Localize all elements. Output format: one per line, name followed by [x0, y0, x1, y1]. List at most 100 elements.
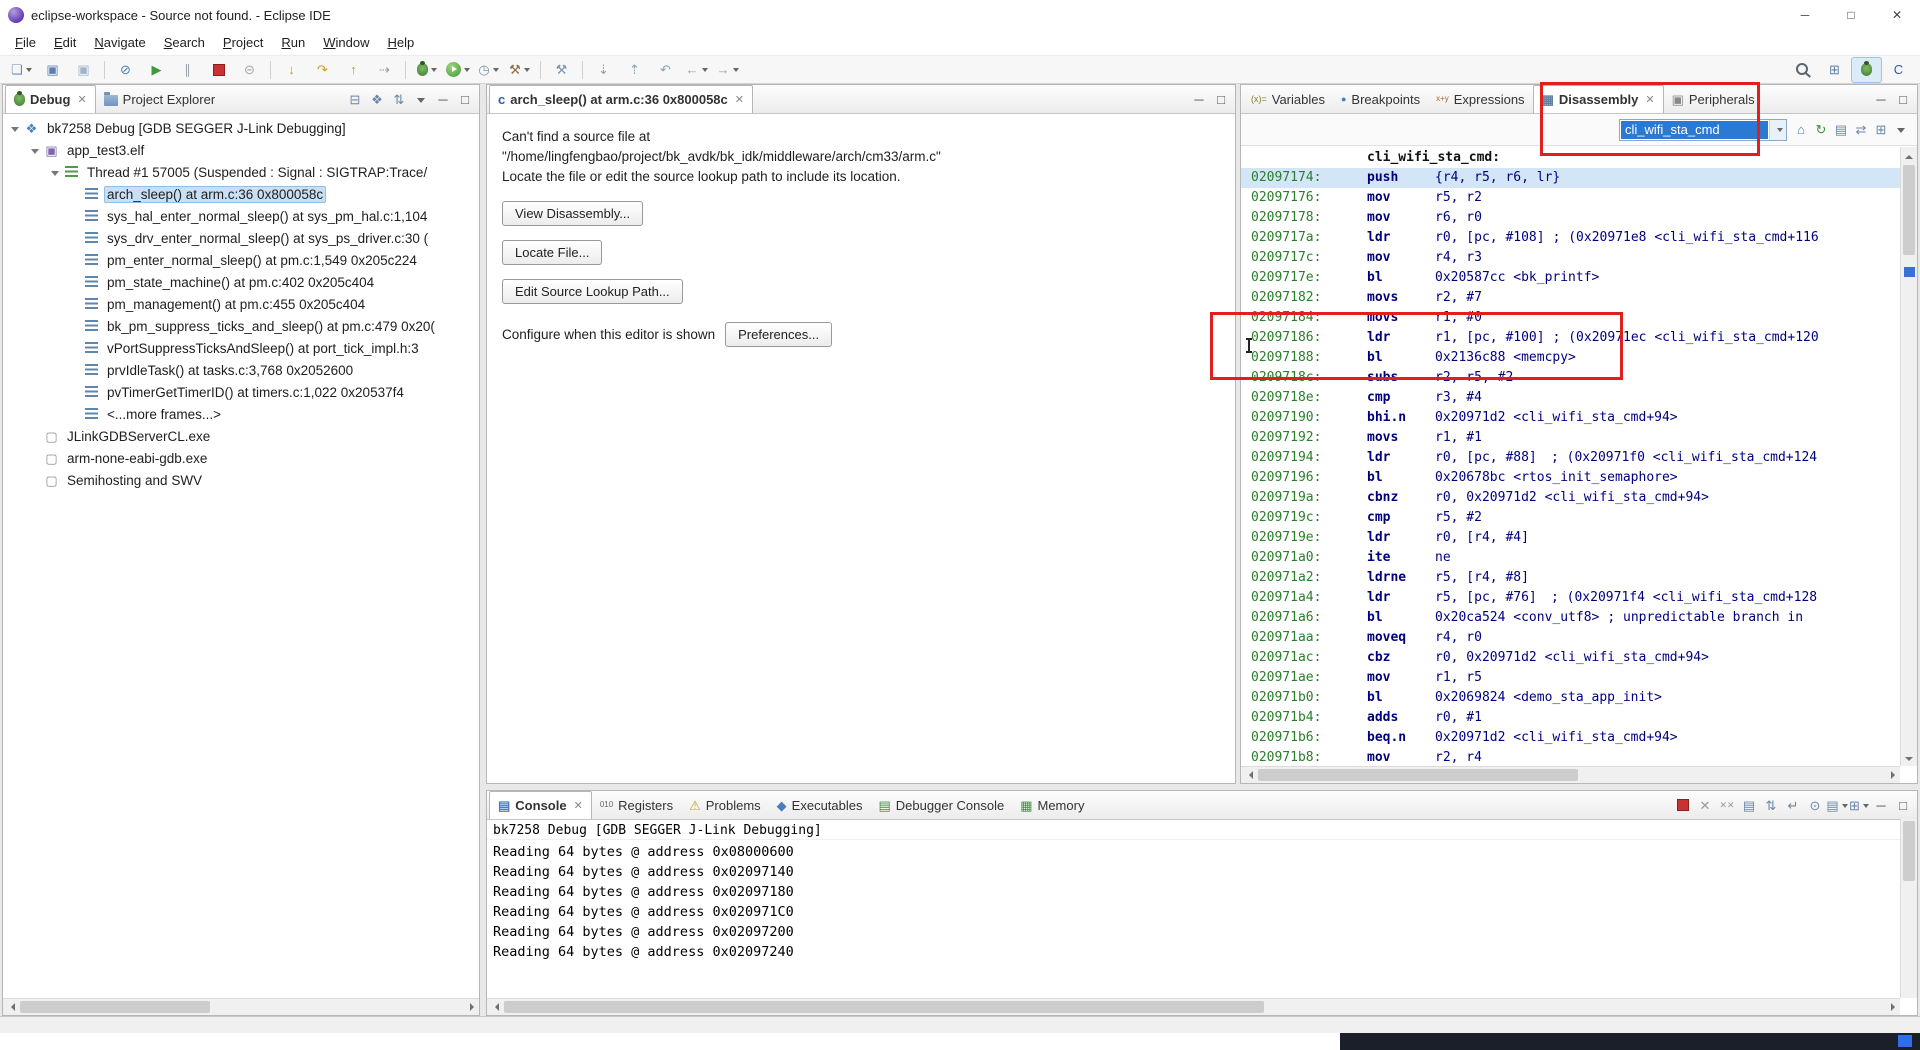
expander-icon[interactable]	[27, 146, 43, 155]
run-button[interactable]	[443, 58, 472, 82]
disassembly-hscrollbar[interactable]	[1241, 766, 1900, 783]
view-tab-debug[interactable]: Debug✕	[5, 85, 96, 113]
view-tab-peripherals[interactable]: ▣Peripherals	[1664, 85, 1763, 113]
collapse-all-icon[interactable]: ⊟	[345, 89, 365, 109]
disassembly-line[interactable]: 020971a0:itene	[1241, 548, 1917, 568]
suspend-button[interactable]: ∥	[173, 58, 202, 82]
view-tab-variables[interactable]: (x)=Variables	[1243, 85, 1333, 113]
disassembly-line[interactable]: 0209719c:cmpr5, #2	[1241, 508, 1917, 528]
close-icon[interactable]: ✕	[1645, 93, 1654, 106]
disassembly-listing[interactable]: cli_wifi_sta_cmd:02097174:push{r4, r5, r…	[1241, 146, 1917, 768]
disassembly-line[interactable]: 02097186:ldrr1, [pc, #100]; (0x20971ec <…	[1241, 328, 1917, 348]
forward-button[interactable]: →	[713, 58, 742, 82]
last-edit-location-button[interactable]: ↶	[651, 58, 680, 82]
disassembly-line[interactable]: 0209718e:cmpr3, #4	[1241, 388, 1917, 408]
search-button[interactable]	[1789, 58, 1818, 82]
debug-perspective-button[interactable]	[1851, 57, 1882, 83]
view-tab-disassembly[interactable]: ▦Disassembly✕	[1533, 85, 1664, 113]
editor-tab-arch-sleep-at-arm-c-36-0x800058c[interactable]: carch_sleep() at arm.c:36 0x800058c✕	[489, 85, 753, 113]
view-tab-memory[interactable]: ▦Memory	[1012, 791, 1092, 819]
maximize-panel-icon[interactable]: □	[455, 89, 475, 109]
debug-button[interactable]	[412, 58, 441, 82]
disassembly-line[interactable]: 02097190:bhi.n0x20971d2 <cli_wifi_sta_cm…	[1241, 408, 1917, 428]
disassembly-line[interactable]: 0209719a:cbnzr0, 0x20971d2 <cli_wifi_sta…	[1241, 488, 1917, 508]
back-button[interactable]: ←	[682, 58, 711, 82]
disassembly-line[interactable]: 020971a4:ldrr5, [pc, #76]; (0x20971f4 <c…	[1241, 588, 1917, 608]
disassembly-line[interactable]: 02097182:movsr2, #7	[1241, 288, 1917, 308]
debug-tree-item[interactable]: sys_hal_enter_normal_sleep() at sys_pm_h…	[3, 205, 479, 227]
scroll-thumb[interactable]	[1903, 165, 1915, 255]
disassembly-line[interactable]: 020971aa:moveqr4, r0	[1241, 628, 1917, 648]
close-icon[interactable]: ✕	[574, 799, 583, 812]
menu-run[interactable]: Run	[272, 31, 314, 54]
skip-all-breakpoints-button[interactable]: ⊘	[111, 58, 140, 82]
edit-source-lookup-path-button[interactable]: Edit Source Lookup Path...	[502, 279, 683, 304]
disassembly-line[interactable]: 0209717e:bl0x20587cc <bk_printf>	[1241, 268, 1917, 288]
refresh-icon[interactable]: ↻	[1811, 120, 1831, 140]
maximize-panel-icon[interactable]: □	[1893, 795, 1913, 815]
disassembly-line[interactable]: 0209719e:ldrr0, [r4, #4]	[1241, 528, 1917, 548]
sync-context-icon[interactable]: ⇄	[1851, 120, 1871, 140]
profile-button[interactable]: ◷	[474, 58, 503, 82]
debug-view-hscrollbar[interactable]	[3, 998, 479, 1015]
view-tab-registers[interactable]: 010Registers	[592, 791, 681, 819]
minimize-window-button[interactable]: ─	[1782, 0, 1828, 30]
disconnect-button[interactable]: ⊝	[235, 58, 264, 82]
open-console-icon[interactable]: ⊞	[1849, 795, 1869, 815]
minimize-panel-icon[interactable]: ─	[433, 89, 453, 109]
disassembly-line[interactable]: 02097176:movr5, r2	[1241, 188, 1917, 208]
next-annotation-button[interactable]: ⇣	[589, 58, 618, 82]
resume-button[interactable]: ▶	[142, 58, 171, 82]
combo-dropdown-button[interactable]	[1769, 120, 1786, 140]
instruction-stepping-button[interactable]: ⇢	[370, 58, 399, 82]
debug-tree-item[interactable]: ❖bk7258 Debug [GDB SEGGER J-Link Debuggi…	[3, 117, 479, 139]
disassembly-line[interactable]: 0209718c:subsr2, r5, #2	[1241, 368, 1917, 388]
menu-search[interactable]: Search	[155, 31, 214, 54]
open-new-view-icon[interactable]: ⊞	[1871, 120, 1891, 140]
remove-launch-icon[interactable]: ✕	[1695, 795, 1715, 815]
disassembly-line[interactable]: 020971a2:ldrner5, [r4, #8]	[1241, 568, 1917, 588]
scroll-right-arrow[interactable]	[1883, 999, 1900, 1015]
view-tab-expressions[interactable]: x+yExpressions	[1428, 85, 1532, 113]
scroll-right-arrow[interactable]	[462, 999, 479, 1015]
disassembly-line[interactable]: 0209717c:movr4, r3	[1241, 248, 1917, 268]
debug-tree-item[interactable]: ▢arm-none-eabi-gdb.exe	[3, 447, 479, 469]
disassembly-location-combo[interactable]: cli_wifi_sta_cmd	[1619, 119, 1787, 141]
debug-tree-item[interactable]: pm_management() at pm.c:455 0x205c404	[3, 293, 479, 315]
menu-window[interactable]: Window	[314, 31, 378, 54]
debug-tree-item[interactable]: pm_state_machine() at pm.c:402 0x205c404	[3, 271, 479, 293]
close-window-button[interactable]: ✕	[1874, 0, 1920, 30]
view-menu-icon[interactable]	[411, 89, 431, 109]
disassembly-line[interactable]: 020971b0:bl0x2069824 <demo_sta_app_init>	[1241, 688, 1917, 708]
scroll-left-arrow[interactable]	[487, 999, 504, 1015]
external-tools-button[interactable]: ⚒	[505, 58, 534, 82]
show-source-icon[interactable]: ▤	[1831, 120, 1851, 140]
expander-icon[interactable]	[47, 168, 63, 177]
minimize-panel-icon[interactable]: ─	[1189, 89, 1209, 109]
disassembly-line[interactable]: 020971a6:bl0x20ca524 <conv_utf8>; unpred…	[1241, 608, 1917, 628]
location-input[interactable]: cli_wifi_sta_cmd	[1621, 121, 1768, 139]
scroll-thumb[interactable]	[20, 1001, 210, 1013]
disassembly-line[interactable]: 020971ae:movr1, r5	[1241, 668, 1917, 688]
locate-file-button[interactable]: Locate File...	[502, 240, 602, 265]
debug-tree-item[interactable]: Thread #1 57005 (Suspended : Signal : SI…	[3, 161, 479, 183]
disassembly-line[interactable]: 02097178:movr6, r0	[1241, 208, 1917, 228]
scroll-left-arrow[interactable]	[1241, 767, 1258, 783]
word-wrap-icon[interactable]: ↵	[1783, 795, 1803, 815]
scroll-thumb[interactable]	[1903, 821, 1915, 881]
scroll-left-arrow[interactable]	[3, 999, 20, 1015]
debug-tree-item[interactable]: pm_enter_normal_sleep() at pm.c:1,549 0x…	[3, 249, 479, 271]
disassembly-line[interactable]: 02097184:movsr1, #0	[1241, 308, 1917, 328]
console-hscrollbar[interactable]	[487, 998, 1900, 1015]
disassembly-line[interactable]: 02097188:bl0x2136c88 <memcpy>	[1241, 348, 1917, 368]
view-tab-breakpoints[interactable]: ●Breakpoints	[1333, 85, 1428, 113]
home-icon[interactable]: ⌂	[1791, 120, 1811, 140]
save-all-button[interactable]: ▣	[69, 58, 98, 82]
step-return-button[interactable]: ↑	[339, 58, 368, 82]
view-disassembly-button[interactable]: View Disassembly...	[502, 201, 643, 226]
disassembly-line[interactable]: 020971b8:movr2, r4	[1241, 748, 1917, 768]
close-icon[interactable]: ✕	[735, 93, 744, 106]
disassembly-line[interactable]: 02097192:movsr1, #1	[1241, 428, 1917, 448]
close-icon[interactable]: ✕	[77, 93, 86, 106]
disassembly-line[interactable]: 020971b4:addsr0, #1	[1241, 708, 1917, 728]
